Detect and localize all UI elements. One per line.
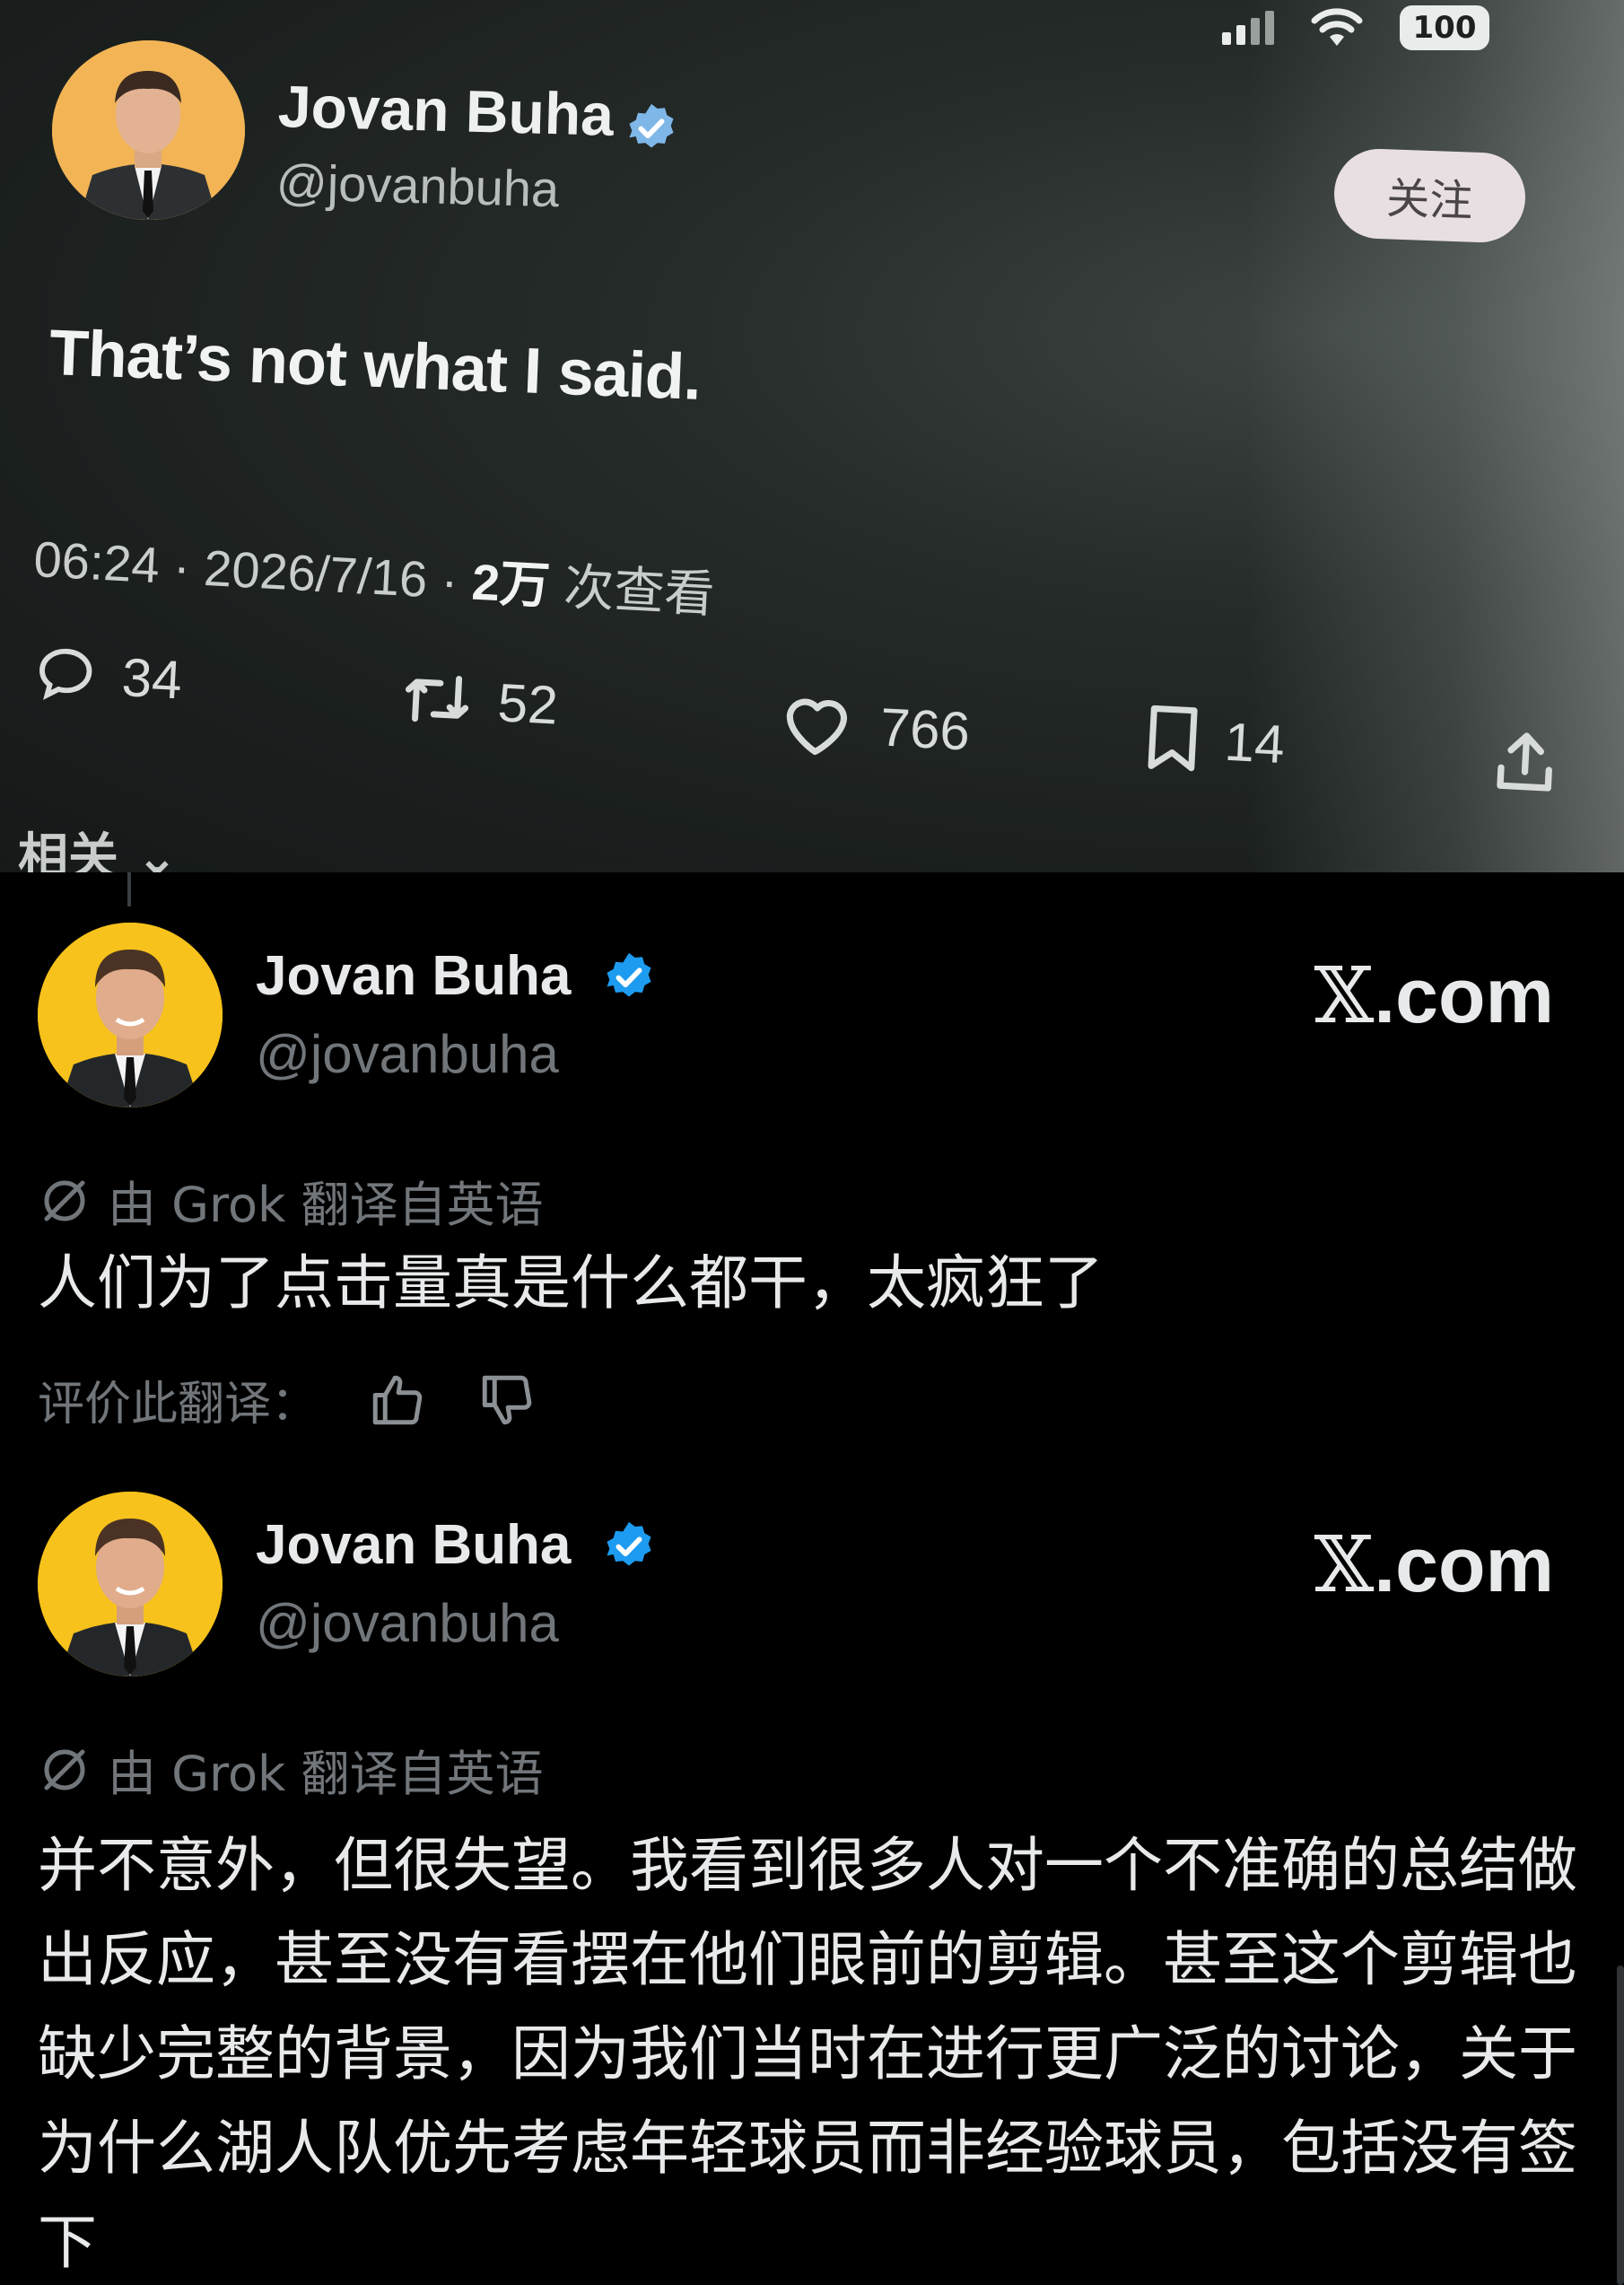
tweet-text: That’s not what I said.	[48, 317, 703, 414]
battery-level: 100	[1412, 10, 1477, 46]
thumbs-up-icon[interactable]	[368, 1370, 427, 1430]
verified-badge-icon	[607, 1521, 651, 1566]
x-logo-domain: .com	[1374, 953, 1554, 1039]
reply-button[interactable]: 34	[31, 641, 183, 712]
author-handle[interactable]: @jovanbuha	[256, 1592, 559, 1654]
author-name[interactable]: Jovan Buha	[256, 944, 571, 1008]
repost-button[interactable]: 52	[397, 665, 559, 736]
reply-icon	[39, 648, 92, 700]
meta-separator: ·	[440, 551, 474, 610]
x-logo-domain: .com	[1374, 1522, 1554, 1608]
tweet-date: 2026/7/16	[202, 538, 429, 608]
author-handle[interactable]: @jovanbuha	[256, 1023, 559, 1085]
verified-badge-icon	[629, 103, 674, 148]
tweet-time: 06:24	[32, 530, 162, 594]
share-icon	[1497, 732, 1552, 792]
heart-icon	[786, 698, 848, 756]
bookmark-count: 14	[1223, 711, 1287, 775]
view-label: 次查看	[562, 557, 716, 623]
tweet-text: 人们为了点击量真是什么都干，太疯狂了	[38, 1248, 1104, 1318]
repost-count: 52	[496, 671, 560, 736]
tweet-meta: 06:24 · 2026/7/16 · 2万 次查看	[32, 519, 717, 627]
grok-icon	[44, 1180, 85, 1221]
meta-separator: ·	[171, 538, 206, 596]
x-com-logo[interactable]: 𝕏.com	[1314, 951, 1554, 1041]
bookmark-button[interactable]: 14	[1142, 701, 1287, 780]
translation-note: 由 Grok 翻译自英语	[38, 1165, 544, 1236]
author-name[interactable]: Jovan Buha	[277, 72, 615, 149]
photo-screenshot: 100 Jovan Buha @jovanbuha 关注 That’s not …	[0, 0, 1624, 872]
tweet-text: 并不意外，但很失望。我看到很多人对一个不准确的总结做出反应，甚至没有看摆在他们眼…	[38, 1831, 1577, 2277]
person-avatar-icon	[38, 1492, 223, 1677]
repost-icon	[405, 675, 469, 722]
translation-note-text: 由 Grok 翻译自英语	[108, 1746, 544, 1802]
related-section-label[interactable]: 相关 ⌄	[18, 817, 178, 872]
person-avatar-icon	[38, 923, 223, 1107]
scrollbar[interactable]	[1617, 1965, 1624, 2285]
thread-line	[127, 872, 131, 906]
cellular-signal-icon	[1222, 11, 1274, 45]
screen-glare	[1247, 0, 1624, 872]
author-name[interactable]: Jovan Buha	[256, 1513, 571, 1577]
avatar[interactable]	[52, 40, 245, 220]
translation-note: 由 Grok 翻译自英语	[38, 1734, 544, 1805]
avatar[interactable]	[38, 923, 223, 1107]
share-button[interactable]	[1488, 725, 1563, 801]
reply-count: 34	[120, 646, 184, 710]
like-count: 766	[878, 696, 972, 762]
grok-icon	[44, 1749, 85, 1790]
like-button[interactable]: 766	[774, 686, 972, 766]
avatar[interactable]	[38, 1492, 223, 1677]
chevron-down-icon: ⌄	[135, 828, 179, 872]
bookmark-icon	[1148, 705, 1198, 772]
x-logo-glyph: 𝕏	[1314, 951, 1375, 1041]
battery-indicator: 100	[1400, 5, 1489, 50]
x-com-logo[interactable]: 𝕏.com	[1314, 1520, 1554, 1610]
verified-badge-icon	[607, 952, 651, 997]
thumbs-down-icon[interactable]	[477, 1370, 537, 1430]
view-count: 2万	[470, 553, 552, 615]
x-logo-glyph: 𝕏	[1314, 1520, 1375, 1610]
rate-translation-label: 评价此翻译：	[38, 1378, 319, 1431]
follow-button[interactable]: 关注	[1332, 147, 1527, 244]
status-bar: 100	[1222, 5, 1489, 50]
related-label: 相关	[18, 828, 118, 872]
person-avatar-icon	[52, 40, 245, 220]
author-handle[interactable]: @jovanbuha	[275, 153, 560, 218]
translation-note-text: 由 Grok 翻译自英语	[108, 1177, 544, 1233]
rate-translation: 评价此翻译：	[38, 1366, 537, 1433]
wifi-icon	[1311, 8, 1363, 46]
